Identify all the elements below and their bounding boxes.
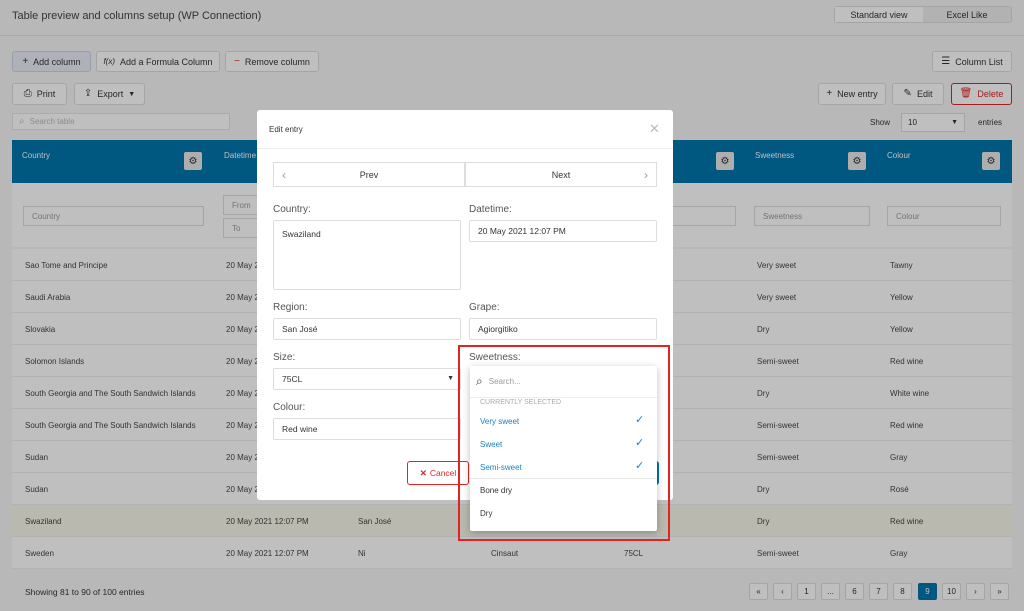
grape-label: Grape: — [469, 302, 500, 313]
modal-title: Edit entry — [269, 125, 303, 134]
datetime-label: Datetime: — [469, 204, 512, 215]
country-field[interactable]: Swaziland — [273, 220, 461, 290]
chevron-right-icon: › — [644, 168, 648, 182]
colour-label: Colour: — [273, 402, 306, 413]
caret-down-icon: ▼ — [447, 375, 454, 382]
region-field[interactable]: San José — [273, 318, 461, 340]
highlight-box — [458, 345, 670, 541]
grape-field[interactable]: Agiorgitiko — [469, 318, 657, 340]
close-icon: ✕ — [419, 467, 427, 478]
colour-field[interactable]: Red wine — [273, 418, 461, 440]
chevron-left-icon: ‹ — [282, 168, 286, 182]
next-button[interactable]: Next › — [465, 162, 657, 187]
prev-button[interactable]: ‹ Prev — [273, 162, 465, 187]
region-label: Region: — [273, 302, 308, 313]
divider — [257, 148, 673, 149]
size-select[interactable]: 75CL ▼ — [273, 368, 461, 390]
size-label: Size: — [273, 352, 296, 363]
close-icon[interactable]: ✕ — [649, 121, 660, 137]
country-label: Country: — [273, 204, 311, 215]
datetime-field[interactable]: 20 May 2021 12:07 PM — [469, 220, 657, 242]
